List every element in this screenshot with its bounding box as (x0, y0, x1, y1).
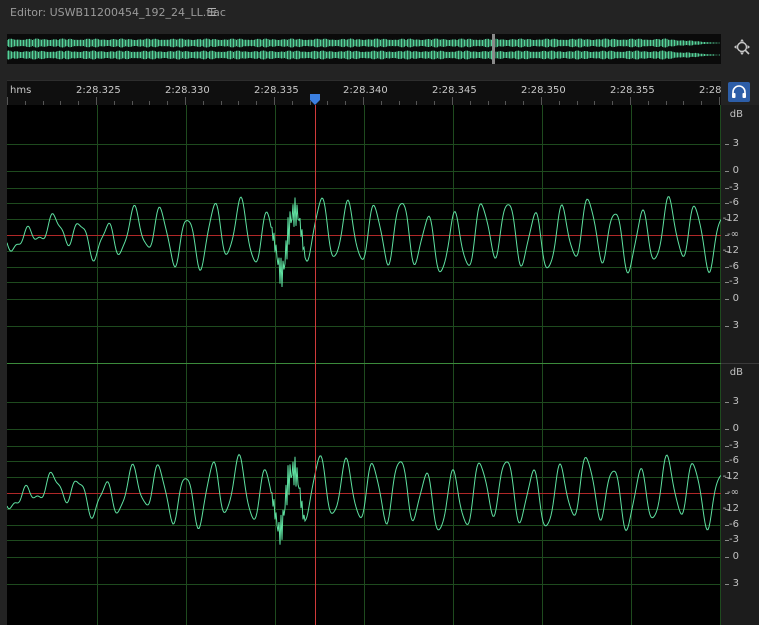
db-scale-mark (725, 203, 729, 204)
db-scale-label: 3 (732, 396, 739, 407)
editor-titlebar: Editor: USWB11200454_192_24_LL.flac ☰ (0, 0, 759, 27)
ruler-tick-label: 2:28.350 (521, 85, 566, 96)
db-scale-mark (725, 509, 729, 510)
zoom-to-selection-icon[interactable] (733, 38, 753, 58)
panel-menu-icon[interactable]: ☰ (207, 6, 217, 19)
db-scale-mark (725, 299, 729, 300)
db-scale-label: -6 (729, 197, 739, 208)
db-scale-label: -6 (729, 519, 739, 530)
channel-separator (721, 363, 759, 364)
db-scale-mark (725, 282, 729, 283)
db-scale-label: -6 (729, 455, 739, 466)
ruler-tick-label: 2:28.335 (254, 85, 299, 96)
ruler-tick (7, 97, 8, 105)
db-scale-mark (725, 235, 729, 236)
ruler-tick (719, 97, 720, 105)
db-scale-label: 0 (732, 423, 739, 434)
overview-waveform[interactable] (7, 34, 721, 64)
waveform-display[interactable] (7, 105, 721, 625)
ruler-tick (541, 97, 542, 105)
ruler-tick-label: 2:28.325 (76, 85, 121, 96)
time-ruler[interactable]: hms 2:28.325 2:28.330 2:28.335 2:28.340 … (7, 80, 721, 105)
ruler-tick (274, 97, 275, 105)
db-scale-mark (725, 540, 729, 541)
db-scale-mark (725, 188, 729, 189)
db-scale-label: 0 (732, 293, 739, 304)
db-scale-mark (725, 584, 729, 585)
headphones-snap-icon[interactable] (728, 82, 750, 102)
ruler-tick (185, 97, 186, 105)
db-scale-mark (725, 493, 729, 494)
db-scale-mark (725, 429, 729, 430)
db-scale-label: 0 (732, 551, 739, 562)
db-unit-label: dB (729, 109, 743, 120)
db-scale-mark (725, 461, 729, 462)
db-scale-label: -6 (729, 261, 739, 272)
db-scale-mark (725, 267, 729, 268)
db-scale-label: -3 (729, 534, 739, 545)
ruler-tick-label: 2:28.340 (343, 85, 388, 96)
ruler-tick-label: 2:28.345 (432, 85, 477, 96)
ruler-tick-label: 2:28 (699, 85, 722, 96)
ruler-tick (452, 97, 453, 105)
db-scale-mark (725, 171, 729, 172)
ruler-tick (630, 97, 631, 105)
db-scale-mark (725, 402, 729, 403)
db-scale-mark (725, 477, 729, 478)
ruler-tick-label: 2:28.330 (165, 85, 210, 96)
db-scale-label: 0 (732, 165, 739, 176)
db-scale-mark (725, 144, 729, 145)
db-scale-mark (725, 219, 729, 220)
db-scale-label: 3 (732, 578, 739, 589)
db-scale-mark (725, 251, 729, 252)
db-scale-label: -3 (729, 182, 739, 193)
ruler-tick-label: 2:28.355 (610, 85, 655, 96)
ruler-unit-label: hms (10, 85, 32, 96)
db-scale-label: -3 (729, 276, 739, 287)
db-scale-mark (725, 446, 729, 447)
overview-background (7, 34, 721, 64)
ruler-tick (96, 97, 97, 105)
ruler-tick (363, 97, 364, 105)
db-scale-mark (725, 326, 729, 327)
db-scale-label: -3 (729, 440, 739, 451)
db-scale-mark (725, 557, 729, 558)
db-scale-ruler: dB 3 0 -3 -6 -12 -∞ -12 -6 -3 0 3 dB 3 0… (721, 105, 759, 625)
db-scale-mark (725, 525, 729, 526)
db-scale-label: 3 (732, 138, 739, 149)
overview-playhead[interactable] (492, 34, 495, 64)
db-unit-label: dB (729, 367, 743, 378)
db-scale-label: 3 (732, 320, 739, 331)
editor-title: Editor: USWB11200454_192_24_LL.flac (10, 6, 226, 19)
